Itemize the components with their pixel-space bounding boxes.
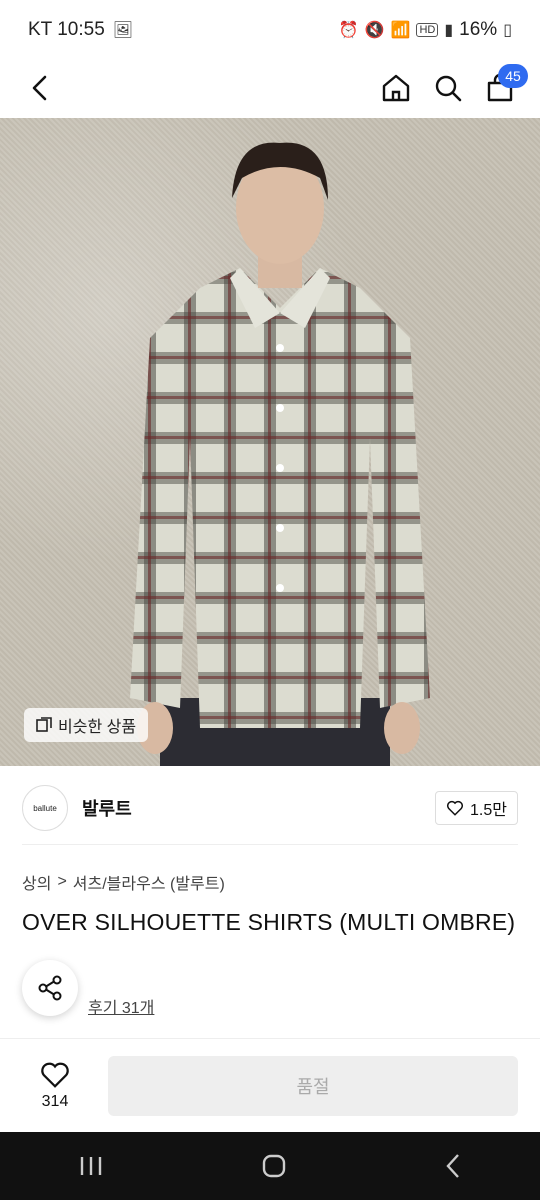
similar-products-button[interactable]: 비슷한 상품	[24, 708, 149, 742]
battery-icon: ▯	[503, 22, 512, 39]
breadcrumb: 상의 > 셔츠/블라우스 (발루트)	[22, 870, 225, 894]
signal-icon: ▮	[444, 22, 454, 39]
model-shirt-illustration	[130, 142, 430, 766]
nav-actions: 45	[374, 64, 528, 110]
brand-like-count: 1.5만	[470, 802, 507, 819]
breadcrumb-category[interactable]: 상의	[22, 870, 51, 894]
breadcrumb-separator: >	[57, 873, 67, 890]
review-link[interactable]: 후기 31개	[88, 994, 154, 1018]
hd-icon: HD	[416, 23, 439, 37]
product-title: OVER SILHOUETTE SHIRTS (MULTI OMBRE)	[22, 909, 516, 935]
soldout-label: 품절	[296, 1076, 330, 1097]
mute-icon: 🔇	[364, 22, 385, 39]
heart-icon	[446, 800, 464, 816]
heart-outline-icon	[41, 1062, 69, 1088]
wifi-icon: 📶	[390, 22, 411, 39]
brand-logo-text: ballute	[33, 803, 57, 813]
brand-row: ballute 발루트 1.5만	[0, 778, 540, 838]
similar-products-label: 비슷한 상품	[58, 719, 137, 736]
wish-count: 314	[41, 1092, 69, 1110]
status-left: KT 10:55 🖼	[28, 19, 133, 41]
brand-name[interactable]: 발루트	[82, 795, 132, 821]
product-image[interactable]: 비슷한 상품	[0, 118, 540, 766]
soldout-button[interactable]: 품절	[108, 1055, 518, 1116]
share-icon	[38, 975, 62, 1001]
carrier-time: KT 10:55	[28, 19, 105, 40]
gallery-icon: 🖼	[112, 22, 134, 39]
back-nav-icon[interactable]	[444, 1153, 462, 1179]
home-button[interactable]	[374, 66, 418, 110]
share-button[interactable]	[22, 960, 78, 1016]
recent-apps-icon[interactable]	[78, 1155, 104, 1177]
divider	[22, 844, 518, 845]
bottom-action-bar: 314 품절	[0, 1038, 540, 1132]
brand-like-button[interactable]: 1.5만	[435, 791, 518, 825]
cart-button[interactable]: 45	[478, 64, 528, 110]
home-icon	[382, 74, 410, 102]
similar-icon	[36, 717, 52, 732]
back-button[interactable]	[18, 66, 62, 110]
battery-level: 16%	[459, 19, 498, 40]
top-nav: 45	[0, 60, 540, 116]
alarm-icon: ⏰	[338, 22, 359, 39]
home-nav-icon[interactable]	[261, 1153, 287, 1179]
breadcrumb-subcategory[interactable]: 셔츠/블라우스 (발루트)	[73, 870, 225, 894]
wish-button[interactable]: 314	[22, 1061, 88, 1111]
system-nav-bar	[0, 1132, 540, 1200]
search-icon	[435, 75, 462, 102]
search-button[interactable]	[426, 66, 470, 110]
cart-count-badge: 45	[498, 64, 528, 88]
brand-logo[interactable]: ballute	[22, 785, 68, 831]
status-right: ⏰ 🔇 📶 HD ▮ 16% ▯	[339, 19, 512, 41]
status-bar: KT 10:55 🖼 ⏰ 🔇 📶 HD ▮ 16% ▯	[0, 0, 540, 60]
back-arrow-icon	[32, 75, 47, 101]
